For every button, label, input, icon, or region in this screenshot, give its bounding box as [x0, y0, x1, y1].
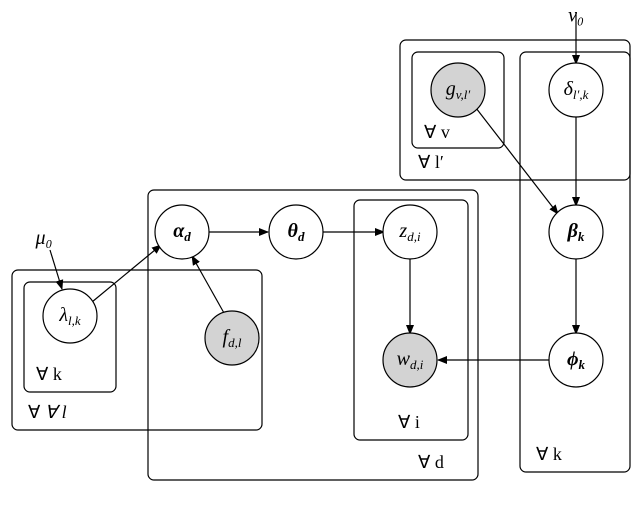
- plate-k-left-label: ∀ k: [36, 364, 62, 384]
- svg-text:∀ l′: ∀ l′: [418, 152, 444, 172]
- hyperparam-mu0: μ₀: [35, 227, 53, 249]
- node-w: wd,i: [383, 333, 437, 387]
- svg-text:∀ k: ∀ k: [536, 444, 562, 464]
- svg-text:∀ ∀ l: ∀ ∀ l: [28, 402, 67, 422]
- edge-g-beta: [476, 108, 558, 214]
- plate-l-label: ∀ l: [45, 402, 67, 422]
- node-f: fd,l: [205, 311, 259, 365]
- plate-k-right-label: ∀ k: [536, 444, 562, 464]
- node-theta: θd: [269, 205, 323, 259]
- svg-text:∀ k: ∀ k: [36, 364, 62, 384]
- node-g: gv,l′: [431, 63, 485, 117]
- node-phi: ϕk: [549, 333, 603, 387]
- node-delta: δl′,k: [549, 63, 603, 117]
- plate-lprime-label: ∀ l′: [418, 152, 444, 172]
- plate-d-label: ∀ d: [418, 452, 444, 472]
- graphical-model-diagram: ∀ ∀ l ∀ k ∀ d ∀ i ∀ l′ ∀ v ∀ k μ₀ ν₀ λl,: [0, 0, 640, 510]
- node-alpha: αd: [155, 205, 209, 259]
- svg-text:∀ d: ∀ d: [418, 452, 444, 472]
- node-beta: βk: [549, 205, 603, 259]
- edge-f-alpha: [192, 256, 224, 313]
- plate-v-label: ∀ v: [424, 122, 450, 142]
- plate-i-label: ∀ i: [398, 412, 420, 432]
- edge-lambda-alpha: [92, 245, 161, 302]
- svg-text:∀ i: ∀ i: [398, 412, 420, 432]
- node-z: zd,i: [383, 205, 437, 259]
- svg-text:∀ v: ∀ v: [424, 122, 450, 142]
- node-lambda: λl,k: [43, 289, 97, 343]
- hyperparam-nu0: ν₀: [568, 5, 584, 27]
